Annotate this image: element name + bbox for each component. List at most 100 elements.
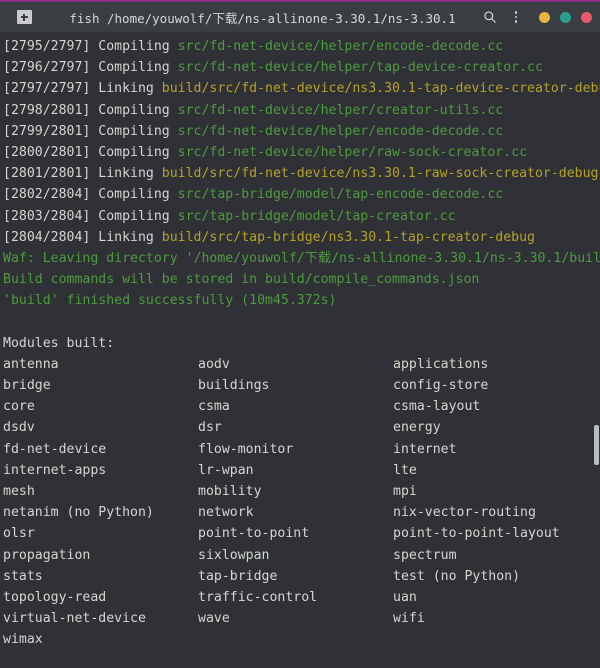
module-name: test (no Python): [393, 568, 521, 584]
module-name: mobility: [198, 483, 262, 499]
module-name: wifi: [393, 611, 425, 627]
module-name: wimax: [3, 632, 43, 648]
build-step-label: [2800/2801] Compiling: [3, 144, 178, 160]
module-name: bridge: [3, 378, 51, 393]
maximize-button[interactable]: [560, 11, 571, 23]
build-step-path: src/fd-net-device/helper/encode-decode.c…: [177, 123, 504, 139]
terminal-line-build: [2802/2804] Compiling src/tap-bridge/mod…: [3, 184, 600, 205]
module-name: csma-layout: [393, 399, 481, 415]
close-button[interactable]: [581, 11, 592, 23]
module-name: antenna: [3, 356, 59, 372]
terminal-line-build: [2804/2804] Linking build/src/tap-bridge…: [3, 227, 600, 248]
module-name: point-to-point-layout: [393, 526, 560, 542]
terminal-line-build: [2800/2801] Compiling src/fd-net-device/…: [3, 142, 600, 163]
module-name: csma: [198, 399, 230, 415]
status-text: Build commands will be stored in build/c…: [3, 272, 480, 288]
build-step-path: src/fd-net-device/helper/encode-decode.c…: [177, 39, 504, 54]
build-step-label: [2802/2804] Compiling: [3, 187, 178, 203]
build-step-label: [2798/2801] Compiling: [3, 102, 178, 118]
module-name: config-store: [393, 378, 489, 393]
terminal-line-modules: fd-net-device flow-monitor internet: [3, 439, 600, 460]
build-step-label: [2795/2797] Compiling: [3, 39, 178, 54]
module-name: fd-net-device: [3, 441, 107, 457]
module-name: uan: [393, 589, 417, 605]
module-name: topology-read: [3, 589, 107, 605]
module-name: propagation: [3, 547, 91, 563]
terminal-line-modules: olsr point-to-point point-to-point-layout: [3, 523, 600, 544]
scrollbar-thumb[interactable]: [594, 425, 599, 465]
terminal-line-modules: wimax: [3, 629, 600, 650]
window-title: fish /home/youwolf/下载/ns-allinone-3.30.1…: [69, 10, 456, 26]
module-name: energy: [393, 420, 441, 436]
title-bar: fish /home/youwolf/下载/ns-allinone-3.30.1…: [0, 2, 600, 32]
module-name: nix-vector-routing: [393, 505, 536, 521]
module-name: internet: [393, 441, 457, 457]
module-name: point-to-point: [198, 526, 310, 542]
terminal-line-modules: bridge buildings config-store: [3, 375, 600, 396]
terminal-line-build: [2799/2801] Compiling src/fd-net-device/…: [3, 121, 600, 142]
module-name: spectrum: [393, 547, 457, 563]
build-step-label: [2803/2804] Compiling: [3, 208, 178, 224]
terminal-line-build: [2797/2797] Linking build/src/fd-net-dev…: [3, 78, 600, 99]
terminal-line-status: Waf: Leaving directory '/home/youwolf/下载…: [3, 248, 600, 269]
terminal-line-status: 'build' finished successfully (10m45.372…: [3, 290, 600, 311]
terminal-window: fish /home/youwolf/下载/ns-allinone-3.30.1…: [0, 0, 600, 668]
menu-button[interactable]: [503, 4, 529, 30]
module-name: netanim (no Python): [3, 505, 154, 521]
module-name: core: [3, 399, 35, 415]
module-name: olsr: [3, 526, 35, 542]
module-name: applications: [393, 356, 489, 372]
module-name: aodv: [198, 356, 230, 372]
module-name: tap-bridge: [198, 568, 278, 584]
terminal-line-heading: Modules built:: [3, 333, 600, 354]
minimize-button[interactable]: [539, 11, 550, 23]
terminal-line-build: [2801/2801] Linking build/src/fd-net-dev…: [3, 163, 600, 184]
terminal-scrollbar[interactable]: [593, 32, 600, 668]
search-icon: [484, 11, 496, 23]
build-step-path: src/fd-net-device/helper/tap-device-crea…: [177, 60, 543, 76]
app-icon-container[interactable]: [0, 10, 48, 24]
terminal-line-build: [2796/2797] Compiling src/fd-net-device/…: [3, 57, 600, 78]
terminal-line-modules: topology-read traffic-control uan: [3, 587, 600, 608]
module-name: flow-monitor: [198, 441, 294, 457]
terminal-line-status: Build commands will be stored in build/c…: [3, 269, 600, 290]
kebab-menu-icon: [514, 11, 518, 23]
terminal-output[interactable]: [2795/2797] Compiling src/fd-net-device/…: [0, 32, 600, 668]
titlebar-controls: [477, 4, 600, 30]
build-step-path: src/fd-net-device/helper/raw-sock-creato…: [177, 144, 528, 160]
build-step-path: build/src/tap-bridge/ns3.30.1-tap-creato…: [161, 229, 535, 245]
build-step-label: [2796/2797] Compiling: [3, 60, 178, 76]
module-name: mpi: [393, 483, 417, 499]
build-step-label: [2801/2801] Linking: [3, 166, 162, 182]
terminal-line-modules: antenna aodv applications: [3, 354, 600, 375]
terminal-line-build: [2795/2797] Compiling src/fd-net-device/…: [3, 36, 600, 57]
terminal-line-build: [2803/2804] Compiling src/tap-bridge/mod…: [3, 206, 600, 227]
module-name: dsr: [198, 420, 222, 436]
module-name: internet-apps: [3, 462, 107, 478]
terminal-line-modules: core csma csma-layout: [3, 396, 600, 417]
terminal-line-build: [2798/2801] Compiling src/fd-net-device/…: [3, 100, 600, 121]
build-step-path: src/tap-bridge/model/tap-encode-decode.c…: [177, 187, 504, 203]
terminal-line-modules: stats tap-bridge test (no Python): [3, 566, 600, 587]
terminal-line-modules: mesh mobility mpi: [3, 481, 600, 502]
module-name: traffic-control: [198, 589, 318, 605]
build-step-label: [2797/2797] Linking: [3, 81, 162, 97]
build-step-path: src/tap-bridge/model/tap-creator.cc: [177, 208, 456, 224]
terminal-line-modules: propagation sixlowpan spectrum: [3, 545, 600, 566]
terminal-line-modules: netanim (no Python) network nix-vector-rou…: [3, 502, 600, 523]
status-text: Waf: Leaving directory '/home/youwolf/下载…: [3, 250, 600, 266]
build-step-path: src/fd-net-device/helper/creator-utils.c…: [177, 102, 504, 118]
module-name: lte: [393, 462, 417, 478]
status-text: 'build' finished successfully (10m45.372…: [3, 293, 337, 309]
terminal-line-modules: dsdv dsr energy: [3, 417, 600, 438]
search-button[interactable]: [477, 4, 503, 30]
module-name: stats: [3, 568, 43, 584]
terminal-line-modules: internet-apps lr-wpan lte: [3, 460, 600, 481]
modules-built-heading: Modules built:: [3, 335, 115, 351]
build-step-path: build/src/fd-net-device/ns3.30.1-tap-dev…: [161, 81, 600, 97]
module-name: network: [198, 505, 254, 521]
module-name: sixlowpan: [198, 547, 270, 563]
module-name: dsdv: [3, 420, 35, 436]
build-step-path: build/src/fd-net-device/ns3.30.1-raw-soc…: [161, 166, 599, 182]
